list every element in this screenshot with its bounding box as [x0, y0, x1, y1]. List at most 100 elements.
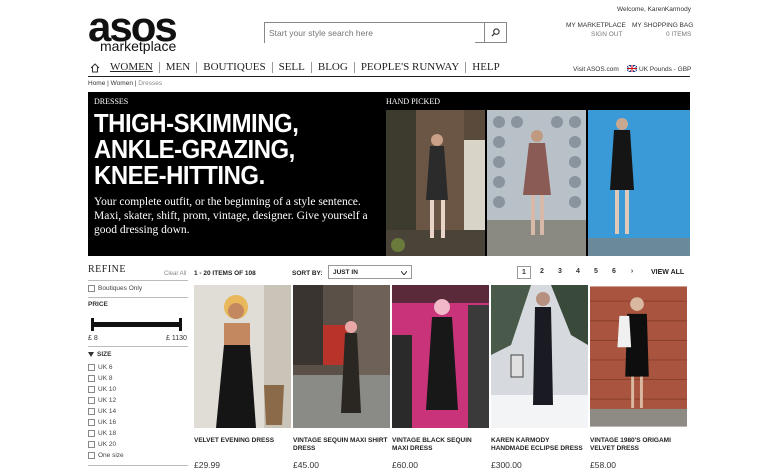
- search-button[interactable]: [484, 23, 506, 42]
- price-label: PRICE: [88, 301, 108, 308]
- refine-title: REFINE: [88, 264, 126, 275]
- breadcrumb: Home | Women | Dresses: [88, 80, 163, 87]
- product-name[interactable]: VINTAGE BLACK SEQUIN MAXI DRESS: [392, 437, 489, 453]
- marketplace-logo-text: marketplace: [100, 38, 177, 54]
- nav-help[interactable]: HELP: [465, 62, 506, 73]
- bag-item-count: 0 ITEMS: [666, 31, 692, 38]
- search-icon: [491, 28, 500, 37]
- product-card[interactable]: VELVET EVENING DRESS £29.99: [194, 285, 291, 470]
- page-2[interactable]: 2: [535, 266, 549, 279]
- home-icon[interactable]: [90, 62, 100, 73]
- product-price: £60.00: [392, 460, 418, 470]
- size-label: UK 6: [98, 364, 113, 371]
- product-image[interactable]: [194, 285, 291, 428]
- page-4[interactable]: 4: [571, 266, 585, 279]
- banner-label: DRESSES: [94, 97, 129, 106]
- page-6[interactable]: 6: [607, 266, 621, 279]
- size-label: UK 10: [98, 386, 117, 393]
- size-label: UK 14: [98, 408, 117, 415]
- items-count: 1 - 20 ITEMS OF 108: [194, 270, 256, 277]
- sign-out-link[interactable]: SIGN OUT: [591, 31, 622, 38]
- size-label: SIZE: [97, 351, 112, 358]
- product-name[interactable]: KAREN KARMODY HANDMADE ECLIPSE DRESS: [491, 437, 588, 453]
- breadcrumb-current: Dresses: [138, 80, 163, 87]
- product-name[interactable]: VINTAGE SEQUIN MAXI SHIRT DRESS: [293, 437, 390, 453]
- visit-asos-link[interactable]: Visit ASOS.com: [573, 66, 619, 73]
- size-label: UK 18: [98, 430, 117, 437]
- my-shopping-bag-link[interactable]: MY SHOPPING BAG: [632, 22, 693, 29]
- boutiques-only-checkbox[interactable]: Boutiques Only: [88, 283, 142, 294]
- nav-women[interactable]: WOMEN: [104, 62, 159, 73]
- welcome-text: Welcome, KarenKarmody: [617, 6, 691, 13]
- currency-selector[interactable]: UK Pounds - GBP: [639, 66, 691, 73]
- price-max-value: £ 1130: [166, 335, 187, 342]
- size-checkbox-uk14[interactable]: UK 14: [88, 406, 124, 417]
- sort-select[interactable]: JUST IN: [328, 265, 412, 279]
- size-checkbox-uk6[interactable]: UK 6: [88, 362, 124, 373]
- product-image[interactable]: [293, 285, 390, 428]
- size-checkbox-uk20[interactable]: UK 20: [88, 439, 124, 450]
- hand-picked-label: HAND PICKED: [386, 97, 440, 106]
- page-1[interactable]: 1: [517, 266, 531, 279]
- clear-all-link[interactable]: Clear All: [164, 271, 186, 277]
- size-checkbox-uk12[interactable]: UK 12: [88, 395, 124, 406]
- size-checkbox-uk10[interactable]: UK 10: [88, 384, 124, 395]
- view-all-link[interactable]: VIEW ALL: [651, 269, 684, 276]
- product-price: £29.99: [194, 460, 220, 470]
- my-marketplace-link[interactable]: MY MARKETPLACE: [566, 22, 626, 29]
- price-slider-min-handle[interactable]: [91, 318, 94, 331]
- headline-line-2: ANKLE-GRAZING,: [94, 134, 295, 164]
- product-price: £58.00: [590, 460, 616, 470]
- size-checkbox-one-size[interactable]: One size: [88, 450, 124, 461]
- banner-subtext: Your complete outfit, or the beginning o…: [94, 196, 368, 236]
- headline-line-3: KNEE-HITTING.: [94, 160, 265, 190]
- product-image[interactable]: [392, 285, 489, 428]
- sort-by-label: SORT BY:: [292, 270, 323, 277]
- size-label: UK 8: [98, 375, 113, 382]
- product-price: £45.00: [293, 460, 319, 470]
- price-slider-track[interactable]: [92, 322, 181, 327]
- product-card[interactable]: VINTAGE BLACK SEQUIN MAXI DRESS £60.00: [392, 285, 489, 470]
- nav-men[interactable]: MEN: [158, 62, 196, 73]
- nav-sell[interactable]: SELL: [271, 62, 311, 73]
- size-label: One size: [98, 452, 124, 459]
- chevron-down-icon: [401, 271, 407, 275]
- uk-flag-icon: [627, 65, 637, 72]
- page-3[interactable]: 3: [553, 266, 567, 279]
- hand-picked-photo-2[interactable]: [487, 110, 586, 256]
- nav-blog[interactable]: BLOG: [310, 62, 354, 73]
- hero-banner[interactable]: DRESSES THIGH-SKIMMING, ANKLE-GRAZING, K…: [88, 92, 690, 256]
- price-slider-max-handle[interactable]: [179, 318, 182, 331]
- headline-line-1: THIGH-SKIMMING,: [94, 108, 299, 138]
- size-label: UK 12: [98, 397, 117, 404]
- product-price: £300.00: [491, 460, 522, 470]
- product-card[interactable]: VINTAGE SEQUIN MAXI SHIRT DRESS £45.00: [293, 285, 390, 470]
- product-image[interactable]: [590, 285, 687, 428]
- search-box: [264, 22, 507, 43]
- product-image[interactable]: [491, 285, 588, 428]
- next-page-button[interactable]: ›: [625, 266, 639, 279]
- size-checkbox-uk16[interactable]: UK 16: [88, 417, 124, 428]
- size-checkbox-uk18[interactable]: UK 18: [88, 428, 124, 439]
- size-checkbox-uk8[interactable]: UK 8: [88, 373, 124, 384]
- product-card[interactable]: KAREN KARMODY HANDMADE ECLIPSE DRESS £30…: [491, 285, 588, 470]
- product-name[interactable]: VELVET EVENING DRESS: [194, 437, 291, 445]
- boutiques-only-label: Boutiques Only: [98, 285, 143, 292]
- page-5[interactable]: 5: [589, 266, 603, 279]
- breadcrumb-home[interactable]: Home: [88, 80, 105, 87]
- size-label: UK 20: [98, 441, 117, 448]
- size-list: UK 6 UK 8 UK 10 UK 12 UK 14 UK 16 UK 18 …: [88, 362, 124, 461]
- product-card[interactable]: VINTAGE 1980'S ORIGAMI VELVET DRESS £58.…: [590, 285, 687, 470]
- nav-peoples-runway[interactable]: PEOPLE'S RUNWAY: [353, 62, 465, 73]
- hand-picked-photo-3[interactable]: [588, 110, 690, 256]
- size-filter-header[interactable]: SIZE: [88, 351, 111, 358]
- nav-boutiques[interactable]: BOUTIQUES: [196, 62, 271, 73]
- sort-value: JUST IN: [333, 269, 358, 276]
- banner-headline: THIGH-SKIMMING, ANKLE-GRAZING, KNEE-HITT…: [94, 110, 361, 188]
- breadcrumb-women[interactable]: Women: [111, 80, 133, 87]
- product-name[interactable]: VINTAGE 1980'S ORIGAMI VELVET DRESS: [590, 437, 687, 453]
- price-min-value: £ 8: [88, 335, 98, 342]
- hand-picked-photo-1[interactable]: [386, 110, 485, 256]
- size-label: UK 16: [98, 419, 117, 426]
- search-input[interactable]: [265, 23, 475, 43]
